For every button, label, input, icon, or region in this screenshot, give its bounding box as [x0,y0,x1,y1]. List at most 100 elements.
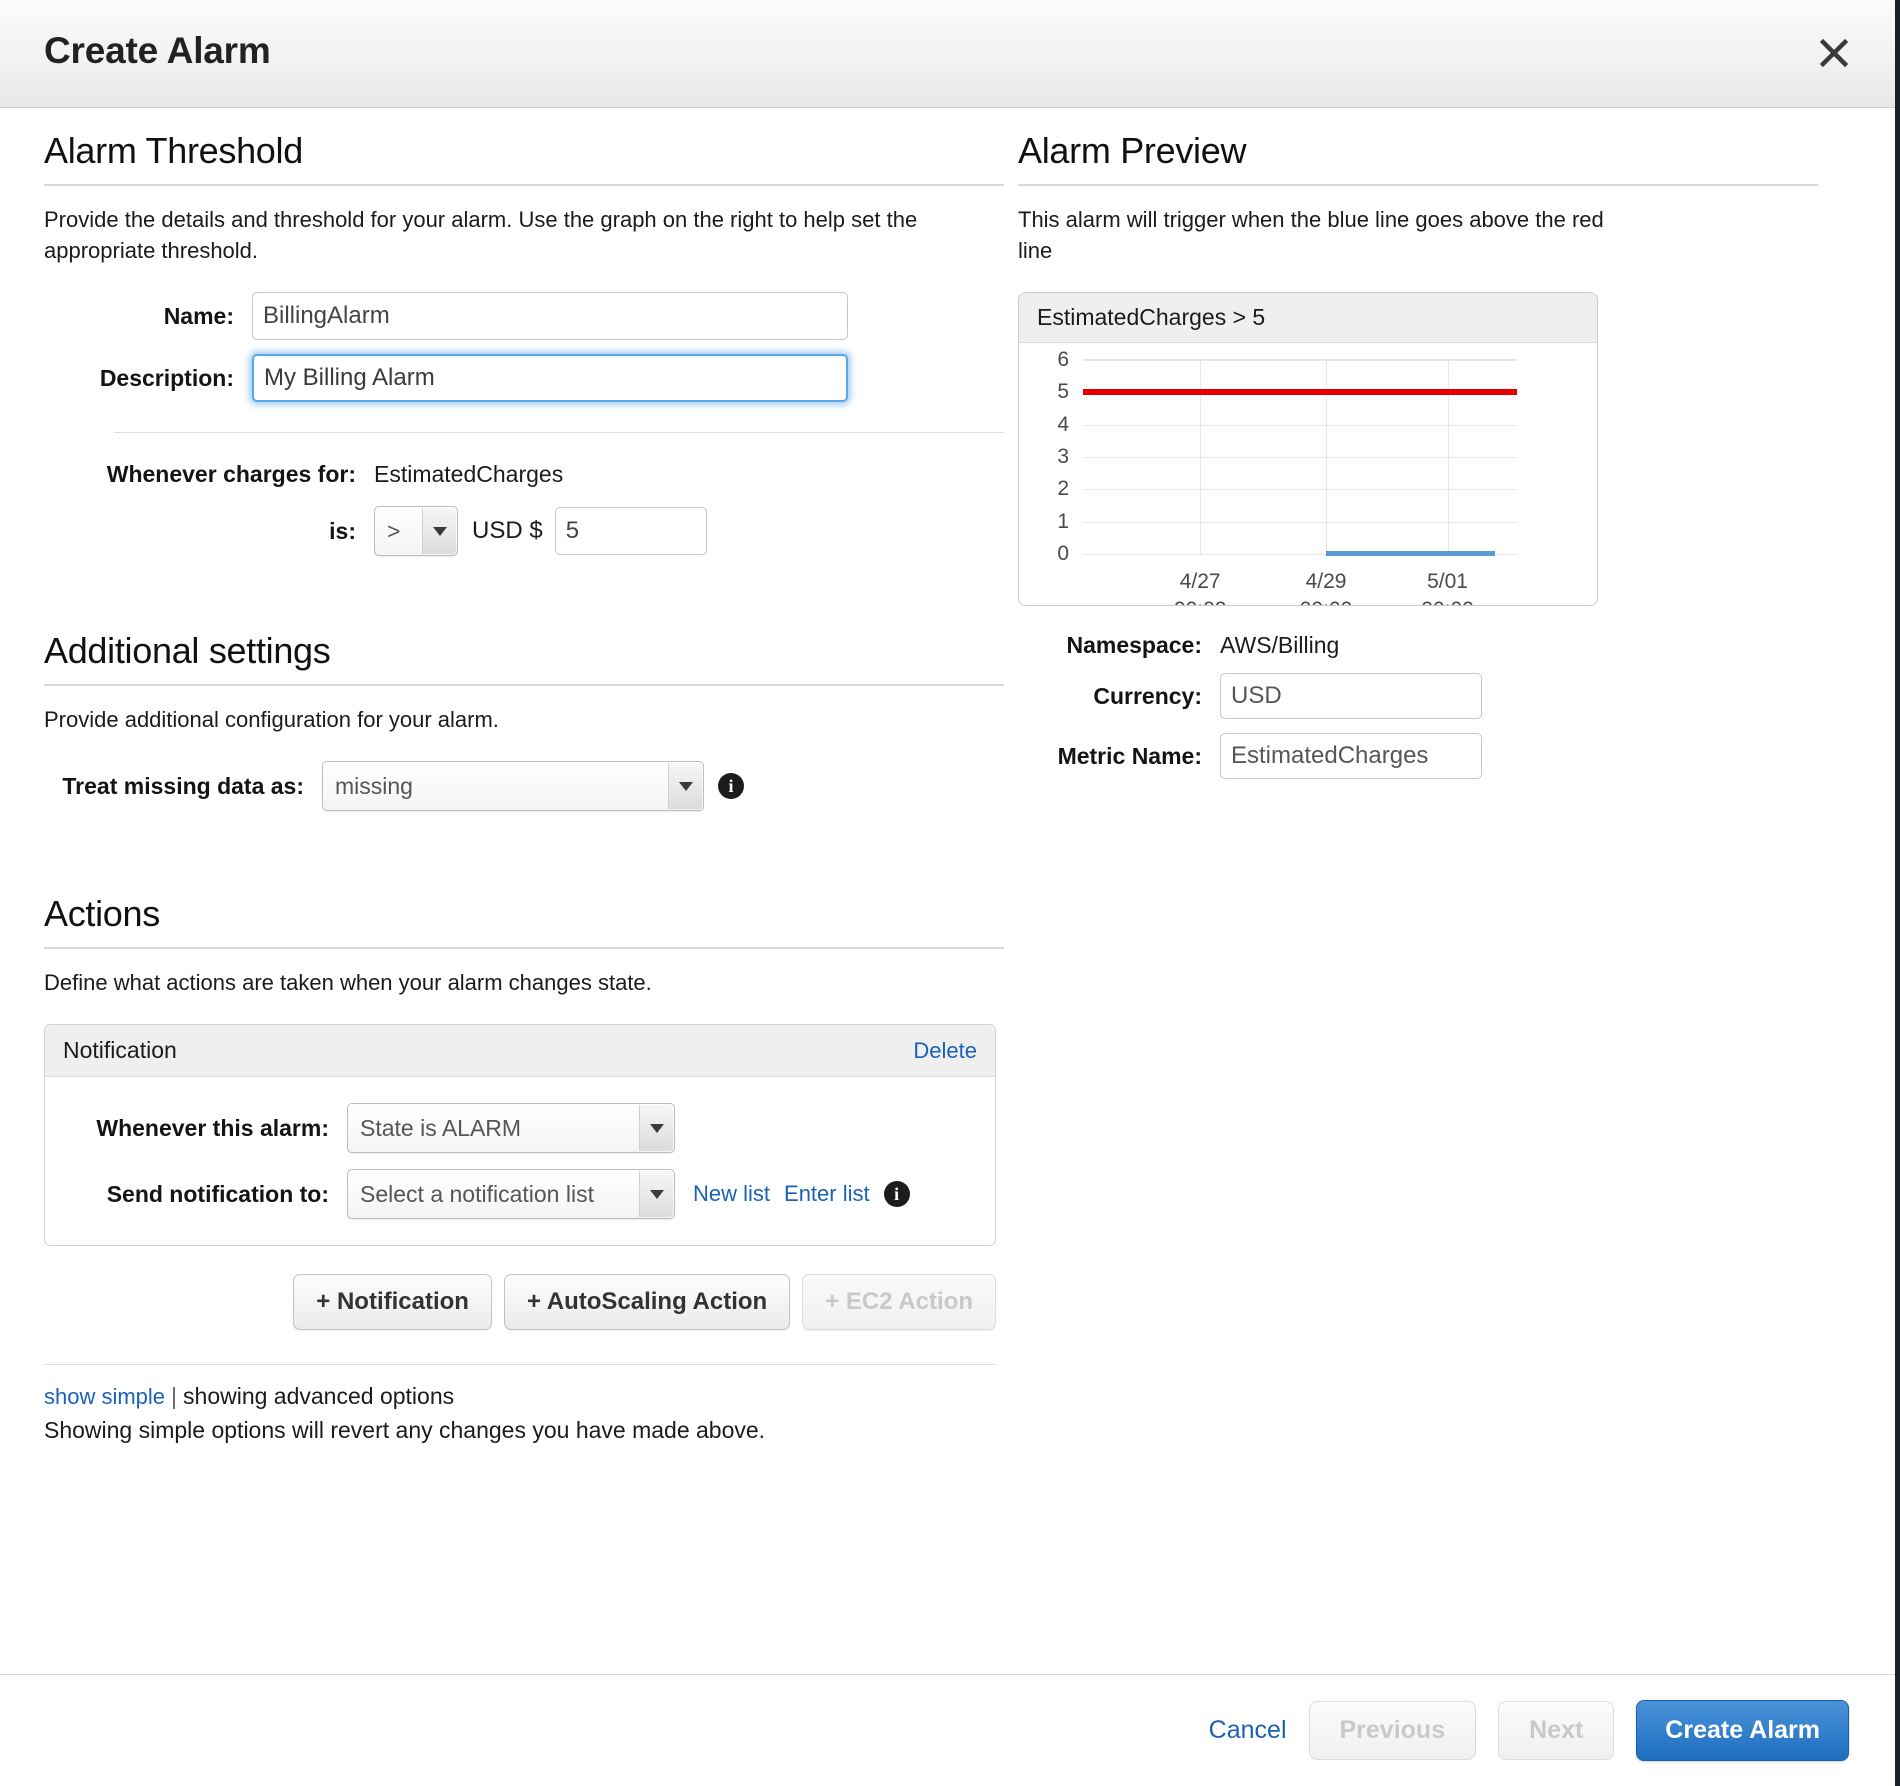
alarm-state-select[interactable]: State is ALARM [347,1103,675,1153]
notification-panel-header: Notification Delete [45,1025,995,1077]
y-axis-tick-label: 4 [1057,413,1069,437]
additional-settings-heading: Additional settings [44,630,1004,684]
condition-row: is: > USD $ [44,506,1004,556]
y-axis-tick-label: 3 [1057,445,1069,469]
currency-label: Currency: [1018,683,1220,710]
y-axis-tick-label: 5 [1057,380,1069,404]
additional-settings-description: Provide additional configuration for you… [44,704,944,735]
whenever-charges-label: Whenever charges for: [44,461,374,488]
gridline-horizontal [1083,425,1517,426]
treat-missing-data-row: Treat missing data as: missing i [44,761,1004,811]
x-tick-date: 5/01 [1421,568,1474,596]
threshold-value-input[interactable] [555,507,707,555]
operator-value: > [387,518,400,545]
divider [44,1364,996,1365]
revert-note: Showing simple options will revert any c… [44,1417,1004,1444]
show-simple-link[interactable]: show simple [44,1384,165,1409]
close-icon[interactable] [1811,30,1857,76]
chevron-down-icon [668,763,702,809]
metric-name-input[interactable] [1220,733,1482,779]
x-tick-date: 4/27 [1174,568,1227,596]
actions-description: Define what actions are taken when your … [44,967,944,998]
next-button: Next [1498,1701,1614,1760]
plot-wrapper: 01234564/2700:004/2900:005/0100:00 [1083,359,1517,555]
info-icon[interactable]: i [884,1181,910,1207]
divider [44,684,1004,686]
new-list-link[interactable]: New list [693,1181,770,1207]
x-tick-time: 00:00 [1421,596,1474,606]
y-axis-tick-label: 1 [1057,510,1069,534]
notification-panel-body: Whenever this alarm: State is ALARM Send… [45,1077,995,1245]
gridline-horizontal [1083,489,1517,490]
gridline-horizontal [1083,457,1517,458]
description-row: Description: [44,354,1004,402]
divider [1018,184,1818,186]
send-notification-row: Send notification to: Select a notificat… [45,1169,995,1219]
modal-header: Create Alarm [0,0,1895,108]
treat-missing-data-value: missing [335,773,413,800]
namespace-label: Namespace: [1018,632,1220,659]
operator-select[interactable]: > [374,506,458,556]
alarm-state-value: State is ALARM [360,1115,521,1142]
y-axis-tick-label: 6 [1057,348,1069,372]
y-axis-tick-label: 2 [1057,477,1069,501]
enter-list-link[interactable]: Enter list [784,1181,870,1207]
info-icon[interactable]: i [718,773,744,799]
namespace-value: AWS/Billing [1220,632,1339,659]
divider [114,432,1004,433]
gridline-horizontal [1083,360,1517,361]
metric-meta-rows: Namespace: AWS/Billing Currency: Metric … [1018,632,1858,779]
add-ec2-action-button: + EC2 Action [802,1274,996,1330]
currency-prefix-label: USD $ [472,517,543,545]
whenever-alarm-row: Whenever this alarm: State is ALARM [45,1103,995,1153]
currency-input[interactable] [1220,673,1482,719]
left-column: Alarm Threshold Provide the details and … [44,108,1004,1444]
alarm-threshold-description: Provide the details and threshold for yo… [44,204,944,266]
chart-plot-area: 01234564/2700:004/2900:005/0100:00 [1019,343,1597,605]
send-notification-label: Send notification to: [45,1181,347,1208]
showing-advanced-label: showing advanced options [183,1383,454,1409]
treat-missing-data-label: Treat missing data as: [44,773,322,800]
x-axis-tick-label: 5/0100:00 [1421,568,1474,606]
x-tick-date: 4/29 [1300,568,1353,596]
add-notification-button[interactable]: + Notification [293,1274,492,1330]
notification-list-value: Select a notification list [360,1181,594,1208]
x-axis-tick-label: 4/2700:00 [1174,568,1227,606]
page-title: Create Alarm [44,30,271,72]
threshold-line [1083,389,1517,395]
modal-footer: Cancel Previous Next Create Alarm [0,1674,1895,1786]
alarm-preview-description: This alarm will trigger when the blue li… [1018,204,1638,266]
add-autoscaling-action-button[interactable]: + AutoScaling Action [504,1274,790,1330]
chart-title: EstimatedCharges > 5 [1019,293,1597,343]
metric-data-line [1326,551,1495,556]
delete-notification-link[interactable]: Delete [913,1038,977,1064]
cancel-button[interactable]: Cancel [1209,1716,1287,1745]
whenever-alarm-label: Whenever this alarm: [45,1115,347,1142]
plot-canvas: 01234564/2700:004/2900:005/0100:00 [1083,359,1517,555]
x-axis-tick-label: 4/2900:00 [1300,568,1353,606]
name-label: Name: [44,303,252,330]
separator: | [171,1383,177,1409]
whenever-charges-value: EstimatedCharges [374,461,563,488]
create-alarm-button[interactable]: Create Alarm [1636,1700,1849,1761]
y-axis-tick-label: 0 [1057,542,1069,566]
treat-missing-data-select[interactable]: missing [322,761,704,811]
notification-panel-title: Notification [63,1037,177,1064]
name-input[interactable] [252,292,848,340]
description-input[interactable] [252,354,848,402]
divider [44,947,1004,949]
options-toggle-row: show simple|showing advanced options [44,1383,1004,1410]
metric-name-label: Metric Name: [1018,743,1220,770]
notification-panel: Notification Delete Whenever this alarm:… [44,1024,996,1246]
right-column: Alarm Preview This alarm will trigger wh… [1018,108,1858,793]
create-alarm-modal: Create Alarm Alarm Threshold Provide the… [0,0,1900,1786]
currency-row: Currency: [1018,673,1858,719]
name-row: Name: [44,292,1004,340]
notification-list-select[interactable]: Select a notification list [347,1169,675,1219]
add-action-button-row: + Notification + AutoScaling Action + EC… [44,1274,996,1330]
actions-heading: Actions [44,893,1004,947]
chevron-down-icon [639,1105,673,1151]
is-label: is: [44,518,374,545]
whenever-charges-row: Whenever charges for: EstimatedCharges [44,461,1004,488]
divider [44,184,1004,186]
